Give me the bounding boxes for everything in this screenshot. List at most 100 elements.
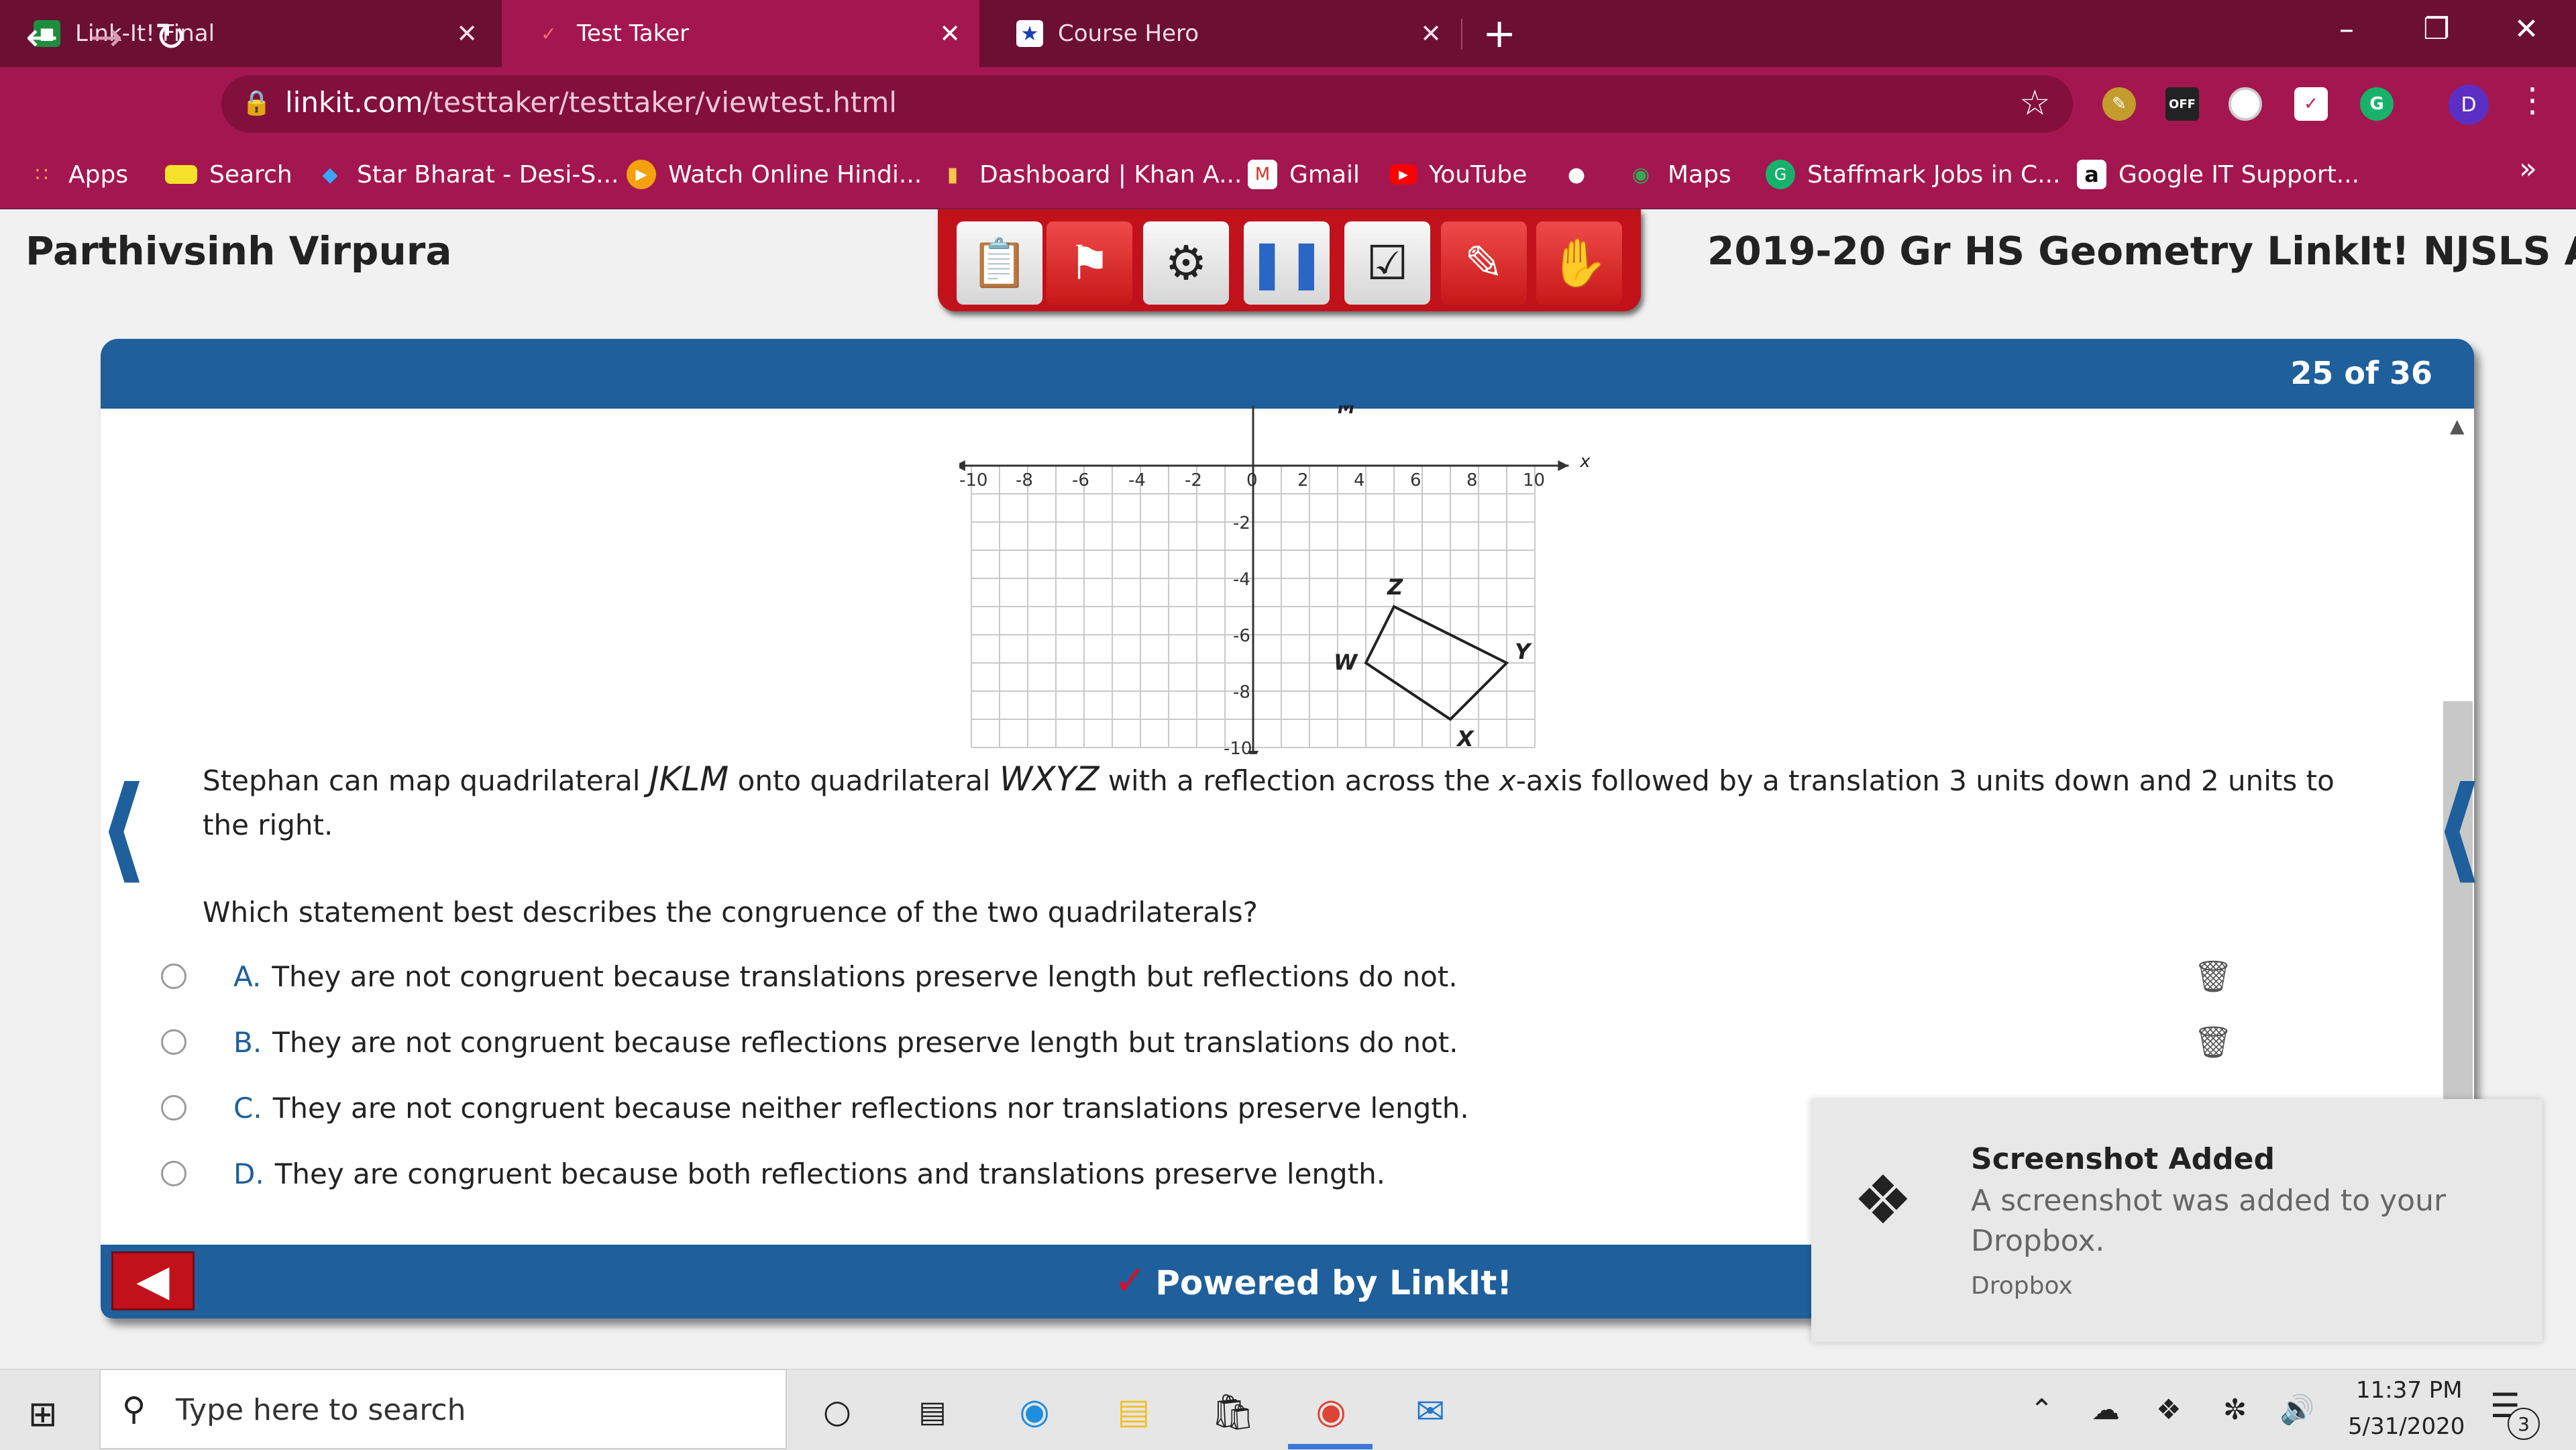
extension-off-icon[interactable]: OFF <box>2165 87 2199 121</box>
bookmark-star-bharat[interactable]: ◆ Star Bharat - Desi-S... <box>315 156 619 193</box>
bookmark-apps[interactable]: ∷ Apps <box>27 156 128 193</box>
onedrive-cloud-icon[interactable]: ☁ <box>2092 1393 2120 1426</box>
extension-pencil-icon[interactable]: ✎ <box>2102 87 2136 121</box>
windows-start-icon[interactable]: ⊞ <box>28 1394 58 1435</box>
wifi-icon[interactable]: ✼ <box>2223 1393 2247 1426</box>
dropbox-tray-icon[interactable]: ❖ <box>2156 1393 2182 1426</box>
search-tag-icon <box>165 165 197 184</box>
review-checklist-icon[interactable]: ☑ <box>1344 221 1430 305</box>
bookmark-maps[interactable]: ◉ Maps <box>1626 156 1731 193</box>
tab-link-it-final[interactable]: ■ Link-It! Final ✕ <box>0 0 496 67</box>
clock-date[interactable]: 5/31/2020 <box>2348 1413 2465 1440</box>
minimize-icon[interactable]: – <box>2313 9 2380 50</box>
star-bharat-icon: ◆ <box>322 162 338 187</box>
notification-title: Screenshot Added <box>1971 1142 2275 1176</box>
extension-circle-icon[interactable] <box>2229 87 2262 121</box>
shape-jklm-label: JKLM <box>649 760 729 798</box>
x-tick-label: -2 <box>1185 470 1202 490</box>
cortana-icon[interactable]: ○ <box>812 1386 863 1437</box>
microsoft-store-icon[interactable]: 🛍 <box>1208 1386 1258 1437</box>
bookmark-globe[interactable]: ● <box>1562 156 1603 193</box>
new-tab-button[interactable]: + <box>1483 12 1516 55</box>
url-domain: linkit.com <box>285 86 423 119</box>
bookmark-star-icon[interactable]: ☆ <box>2019 83 2051 123</box>
task-view-icon[interactable]: ▤ <box>907 1386 958 1437</box>
coursehero-icon: ★ <box>1016 20 1043 47</box>
reload-icon[interactable]: ↻ <box>154 15 187 59</box>
vertex-label: W <box>1334 650 1358 675</box>
bookmark-search[interactable]: Search <box>165 156 292 193</box>
powered-by-linkit: ✓ Powered by LinkIt! <box>1114 1257 1512 1304</box>
test-info-icon[interactable]: 📋 <box>957 221 1042 305</box>
bookmark-label: Maps <box>1668 160 1731 189</box>
close-icon[interactable]: ✕ <box>456 20 478 47</box>
eliminate-choice-b-trash-icon[interactable]: 🗑 <box>2194 1024 2233 1061</box>
axis-variable: x <box>1499 764 1516 797</box>
file-explorer-icon[interactable]: ▤ <box>1108 1386 1159 1437</box>
powered-by-text: Powered by LinkIt! <box>1155 1263 1513 1302</box>
show-hidden-icons-chevron-icon[interactable]: ⌃ <box>2030 1393 2053 1426</box>
scrollbar-thumb[interactable] <box>2443 701 2473 1104</box>
bookmark-staffmark[interactable]: G Staffmark Jobs in C... <box>1766 156 2060 193</box>
tab-course-hero[interactable]: ★ Course Hero ✕ <box>983 0 1460 67</box>
extension-pocket-icon[interactable]: ✓ <box>2294 87 2328 121</box>
bookmark-youtube[interactable]: ▶ YouTube <box>1390 156 1527 193</box>
x-tick-label: -4 <box>1128 470 1146 490</box>
url-path: /testtaker/testtaker/viewtest.html <box>423 86 897 119</box>
restore-icon[interactable]: ❐ <box>2403 9 2470 50</box>
back-arrow-icon[interactable]: ← <box>25 15 58 59</box>
vertex-label: X <box>1456 726 1474 752</box>
question-counter: 25 of 36 <box>2290 355 2432 391</box>
bookmarks-overflow-icon[interactable]: » <box>2519 152 2537 186</box>
tools-icon[interactable]: ⚙ <box>1143 221 1229 305</box>
radio-button[interactable] <box>161 964 186 989</box>
chrome-icon[interactable]: ◉ <box>1305 1386 1356 1437</box>
bookmark-google-it[interactable]: a Google IT Support... <box>2077 156 2359 193</box>
flag-icon[interactable]: ⚑ <box>1046 221 1132 305</box>
clock-time[interactable]: 11:37 PM <box>2356 1377 2463 1404</box>
close-icon[interactable]: ✕ <box>1420 20 1442 47</box>
choice-letter: B. <box>233 1025 262 1059</box>
answer-choice-b[interactable]: B. They are not congruent because reflec… <box>161 1019 1458 1066</box>
window-close-icon[interactable]: ✕ <box>2493 9 2560 50</box>
question-panel-header: 25 of 36 <box>101 339 2474 409</box>
pause-icon[interactable]: ❚❚ <box>1244 221 1330 305</box>
stop-hand-icon[interactable]: ✋ <box>1536 221 1622 305</box>
back-triangle-icon: ◀ <box>136 1256 170 1306</box>
staffmark-icon: G <box>1766 160 1795 189</box>
profile-avatar[interactable]: D <box>2449 85 2489 125</box>
previous-button[interactable]: ◀ <box>111 1251 195 1310</box>
search-icon: ⚲ <box>122 1390 146 1428</box>
radio-button[interactable] <box>161 1161 186 1186</box>
mail-icon[interactable]: ✉ <box>1405 1386 1456 1437</box>
forward-arrow-icon[interactable]: → <box>90 15 123 59</box>
url-text[interactable]: linkit.com/testtaker/testtaker/viewtest.… <box>285 86 897 119</box>
vertex-label: Y <box>1515 639 1532 664</box>
choice-text: They are not congruent because neither r… <box>272 1091 1469 1125</box>
x-tick-label: 4 <box>1354 470 1365 490</box>
globe-icon: ● <box>1567 162 1586 187</box>
radio-button[interactable] <box>161 1029 186 1055</box>
previous-question-arrow-icon[interactable]: ⟨ <box>97 772 149 886</box>
eraser-icon[interactable]: ✎ <box>1441 221 1527 305</box>
bookmark-watch-online[interactable]: ▶ Watch Online Hindi... <box>627 156 922 193</box>
close-icon[interactable]: ✕ <box>939 20 961 47</box>
bookmark-gmail[interactable]: M Gmail <box>1248 156 1360 193</box>
bookmark-label: Apps <box>68 160 129 189</box>
edge-icon[interactable]: ◉ <box>1009 1386 1060 1437</box>
bookmark-khan-academy[interactable]: ▮ Dashboard | Khan A... <box>938 156 1242 193</box>
more-menu-icon[interactable]: ⋮ <box>2516 81 2549 119</box>
y-tick-label: -10 <box>1224 739 1252 754</box>
extension-grammarly-icon[interactable]: G <box>2360 87 2394 121</box>
next-question-arrow-icon[interactable]: ⟨ <box>2432 772 2485 886</box>
volume-icon[interactable]: 🔊 <box>2279 1393 2314 1427</box>
scroll-up-icon[interactable]: ▲ <box>2450 415 2465 437</box>
answer-choice-c[interactable]: C. They are not congruent because neithe… <box>161 1084 1469 1131</box>
radio-button[interactable] <box>161 1095 186 1121</box>
bookmark-label: Star Bharat - Desi-S... <box>357 160 619 189</box>
eliminate-choice-a-trash-icon[interactable]: 🗑 <box>2194 958 2233 995</box>
choice-letter: A. <box>233 960 262 993</box>
answer-choice-d[interactable]: D. They are congruent because both refle… <box>161 1150 1385 1197</box>
answer-choice-a[interactable]: A. They are not congruent because transl… <box>161 953 1458 1000</box>
tab-test-taker[interactable]: ✓ Test Taker ✕ <box>502 0 979 67</box>
